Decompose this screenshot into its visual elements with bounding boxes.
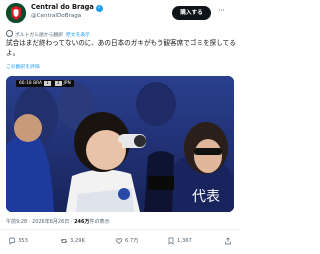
tweet-text: 試合はまだ終わってないのに、あの日本のガキがもう観客席でゴミを探してるよ。: [6, 39, 236, 57]
retweet-icon: [60, 237, 68, 245]
tweet-header: Central do Braga ✓ @CentralDoBraga 購入する ·…: [0, 0, 240, 26]
svg-text:代表: 代表: [192, 189, 220, 205]
retweet-button[interactable]: 3,29K: [60, 236, 85, 246]
avatar[interactable]: [6, 3, 26, 23]
tweet-time[interactable]: 午前9:28: [6, 219, 27, 225]
display-name-text[interactable]: Central do Braga: [31, 3, 94, 11]
rate-translation-link[interactable]: この翻訳を評価: [6, 63, 40, 70]
like-count: 6.7万: [125, 238, 139, 244]
like-button[interactable]: 6.7万: [115, 236, 138, 246]
retweet-count: 3,29K: [70, 238, 85, 244]
score-left: 1: [43, 81, 51, 86]
views-label: 件の表示: [89, 219, 110, 225]
team-left: BRA: [33, 81, 42, 86]
action-bar: 353 3,29K 6.7万 1,367: [0, 236, 240, 248]
match-time: 66:18: [19, 81, 32, 86]
reply-icon: [8, 237, 16, 245]
heart-icon: [115, 237, 123, 245]
verified-badge-icon: ✓: [95, 5, 103, 12]
tweet-date[interactable]: 2026年6月26日: [32, 219, 69, 225]
tweet-media-image[interactable]: 代表 66:18 BRA 1 1 JPN: [6, 76, 234, 212]
display-name[interactable]: Central do Braga ✓: [31, 3, 103, 12]
share-icon: [224, 237, 232, 245]
user-handle[interactable]: @CentralDoBraga: [31, 13, 81, 19]
translation-notice: ポルトガル語から翻訳 原文を表示: [6, 30, 90, 38]
reply-button[interactable]: 353: [8, 236, 28, 246]
bookmark-icon: [167, 237, 175, 245]
stadium-crowd-photo: 代表: [6, 76, 234, 212]
club-crest-icon: [6, 3, 26, 23]
divider: [0, 229, 240, 230]
score-right: 1: [54, 81, 62, 86]
more-options-icon[interactable]: ···: [218, 6, 225, 15]
views-count: 246万: [74, 219, 90, 225]
follow-button[interactable]: 購入する: [172, 6, 211, 20]
bookmark-button[interactable]: 1,367: [167, 236, 192, 246]
team-right: JPN: [63, 81, 71, 86]
bookmark-count: 1,367: [177, 238, 192, 244]
scoreboard-overlay: 66:18 BRA 1 1 JPN: [16, 80, 74, 87]
share-button[interactable]: [224, 236, 234, 246]
globe-icon: [6, 30, 13, 37]
reply-count: 353: [18, 238, 28, 244]
tweet-meta: 午前9:28 · 2026年6月26日 · 246万件の表示: [6, 219, 110, 225]
